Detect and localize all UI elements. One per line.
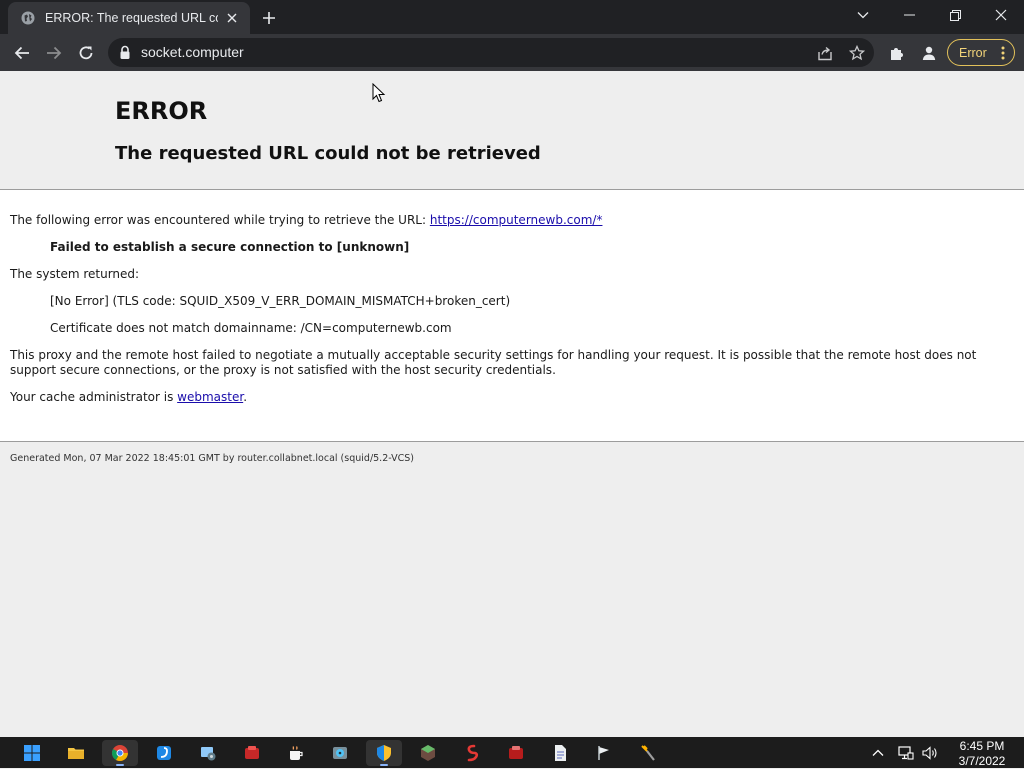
system-returned-label: The system returned: — [10, 267, 140, 281]
extensions-button[interactable] — [882, 38, 912, 68]
clock-date: 3/7/2022 — [958, 754, 1006, 768]
app-red-2-icon — [509, 746, 523, 759]
tab-search-button[interactable] — [840, 0, 886, 30]
footer-generated: Generated Mon, 07 Mar 2022 18:45:01 GMT … — [10, 453, 414, 464]
volume-button[interactable] — [920, 743, 940, 763]
back-button[interactable] — [7, 38, 37, 68]
chrome-icon — [111, 745, 128, 762]
taskbar-file-explorer[interactable] — [58, 740, 94, 766]
mouse-cursor-icon — [372, 83, 386, 103]
bookmark-button[interactable] — [847, 43, 867, 63]
url-text[interactable]: socket.computer — [141, 44, 244, 60]
page-subtitle: The requested URL could not be retrieved — [115, 143, 541, 164]
start-button[interactable] — [14, 740, 50, 766]
tab-strip: ERROR: The requested URL could not be re… — [0, 0, 1024, 34]
error-chip-label: Error — [959, 45, 987, 60]
reload-button[interactable] — [71, 38, 101, 68]
restore-button[interactable] — [932, 0, 978, 30]
disk-icon — [333, 747, 347, 759]
puzzle-icon — [891, 48, 903, 60]
requested-url-link[interactable]: https://computernewb.com/* — [430, 213, 603, 227]
minimize-icon — [903, 14, 915, 16]
taskbar-app-red-2[interactable] — [498, 740, 534, 766]
taskbar: 6:45 PM 3/7/2022 — [0, 737, 1024, 768]
volume-icon — [922, 746, 937, 760]
forward-button[interactable] — [39, 38, 69, 68]
taskbar-coffee[interactable] — [278, 740, 314, 766]
system-detail-cert: Certificate does not match domainname: /… — [50, 321, 452, 335]
taskbar-settings[interactable] — [190, 740, 226, 766]
taskbar-edge[interactable] — [146, 740, 182, 766]
chevron-up-icon — [872, 749, 884, 756]
tab-close-icon[interactable] — [224, 10, 240, 26]
globe-icon — [21, 11, 35, 25]
edge-icon — [157, 746, 171, 760]
tool-icon — [641, 745, 655, 761]
file-explorer-icon — [68, 748, 84, 759]
scroll-icon — [467, 744, 479, 762]
clock-time: 6:45 PM — [959, 739, 1005, 753]
arrow-right-icon — [47, 46, 62, 60]
webmaster-link[interactable]: webmaster — [177, 390, 243, 404]
lock-icon[interactable] — [118, 45, 132, 60]
address-bar[interactable]: socket.computer — [108, 38, 874, 67]
person-icon — [922, 46, 936, 60]
error-chip-button[interactable]: Error — [947, 39, 1015, 66]
flag-icon — [598, 746, 609, 760]
admin-line: Your cache administrator is webmaster. — [10, 390, 248, 404]
plus-icon — [263, 12, 275, 24]
taskbar-scroll[interactable] — [454, 740, 490, 766]
coffee-icon — [290, 746, 303, 760]
share-button[interactable] — [815, 43, 835, 63]
minimize-button[interactable] — [886, 0, 932, 30]
network-icon — [898, 746, 914, 760]
system-detail-tls: [No Error] (TLS code: SQUID_X509_V_ERR_D… — [50, 294, 511, 308]
taskbar-app-red[interactable] — [234, 740, 270, 766]
error-body: The following error was encountered whil… — [0, 190, 1024, 442]
network-button[interactable] — [896, 743, 916, 763]
taskbar-shield[interactable] — [366, 740, 402, 766]
restore-icon — [949, 9, 961, 21]
page-viewport: ERROR The requested URL could not be ret… — [0, 71, 1024, 737]
app-red-icon — [245, 746, 259, 759]
taskbar-clock[interactable]: 6:45 PM 3/7/2022 — [944, 739, 1020, 769]
tab-active[interactable]: ERROR: The requested URL could not be re… — [8, 2, 250, 34]
error-message: Failed to establish a secure connection … — [50, 240, 410, 254]
intro-text: The following error was encountered whil… — [10, 213, 603, 227]
close-window-button[interactable] — [978, 0, 1024, 30]
explanation-text: This proxy and the remote host failed to… — [10, 348, 977, 377]
new-tab-button[interactable] — [258, 7, 280, 29]
reload-icon — [79, 46, 93, 60]
settings-icon — [201, 747, 216, 761]
document-icon — [555, 745, 566, 761]
chevron-down-icon — [857, 12, 869, 19]
arrow-left-icon — [14, 46, 29, 60]
share-icon — [818, 46, 832, 60]
taskbar-tool[interactable] — [630, 740, 666, 766]
taskbar-disk[interactable] — [322, 740, 358, 766]
more-vert-icon — [1001, 46, 1005, 60]
taskbar-minecraft[interactable] — [410, 740, 446, 766]
page-title: ERROR — [115, 97, 208, 125]
close-icon — [995, 9, 1007, 21]
error-header: ERROR The requested URL could not be ret… — [0, 71, 1024, 190]
taskbar-document[interactable] — [542, 740, 578, 766]
profile-button[interactable] — [914, 38, 944, 68]
tab-title: ERROR: The requested URL could not be re… — [45, 11, 218, 25]
star-icon — [849, 45, 865, 61]
minecraft-icon — [421, 745, 435, 761]
browser-toolbar: socket.computer Error — [0, 34, 1024, 71]
shield-icon — [377, 745, 391, 761]
taskbar-chrome[interactable] — [102, 740, 138, 766]
tray-overflow-button[interactable] — [868, 743, 888, 763]
start-icon — [24, 745, 40, 761]
taskbar-flag[interactable] — [586, 740, 622, 766]
